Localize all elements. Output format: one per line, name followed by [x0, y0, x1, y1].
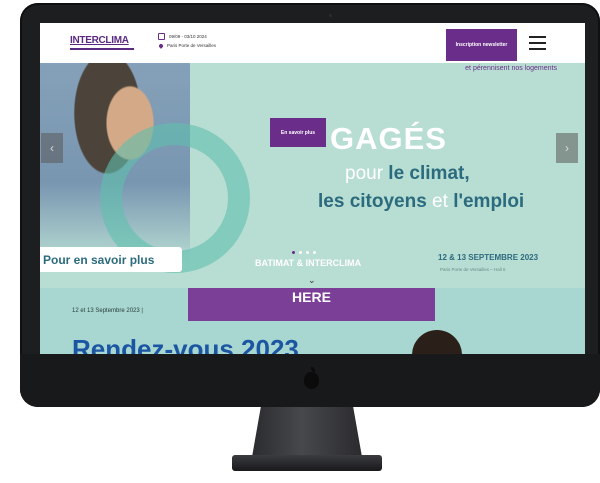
event-info: 09/09 - 03/10 2024 Paris Porte de Versai…	[158, 32, 216, 50]
carousel-dot[interactable]	[313, 251, 316, 254]
site-header: INTERCLIMA 09/09 - 03/10 2024 Paris Port…	[40, 23, 585, 63]
event-subtitle: 12 et 13 Septembre 2023 |	[72, 308, 143, 314]
website-screen: INTERCLIMA 09/09 - 03/10 2024 Paris Port…	[40, 23, 585, 354]
event-title: Rendez-vous 2023	[72, 334, 299, 354]
newsletter-button[interactable]: Inscription newsletter	[446, 29, 517, 61]
hero-line-2: pour le climat,	[345, 163, 470, 185]
carousel-dot[interactable]	[306, 251, 309, 254]
hero-en-savoir-plus-button[interactable]: En savoir plus	[270, 118, 326, 147]
hero-line2-light: pour	[345, 163, 384, 184]
hero-banner: et pérennisent nos logements En savoir p…	[40, 63, 585, 288]
monitor-stand-base	[232, 455, 382, 471]
calendar-icon	[158, 33, 165, 40]
hero-line3-light: et	[426, 191, 454, 212]
hero-line3-end: l'emploi	[453, 191, 525, 212]
carousel-next-button[interactable]: ›	[556, 133, 578, 163]
apple-logo-icon	[304, 367, 319, 389]
hero-brands: BATIMAT & INTERCLIMA	[255, 258, 362, 268]
event-dates: 09/09 - 03/10 2024	[169, 34, 207, 39]
hero-venue: Paris Porte de Versailles – Hall 6	[440, 267, 506, 272]
monitor-stand	[252, 407, 362, 457]
hamburger-menu-icon[interactable]	[529, 36, 546, 50]
speaker-portrait	[412, 330, 462, 354]
hero-line3-accent: les citoyens	[318, 191, 427, 212]
learn-more-button[interactable]: Pour en savoir plus	[40, 247, 182, 272]
logo[interactable]: INTERCLIMA	[70, 35, 129, 46]
carousel-dots[interactable]	[292, 251, 316, 254]
event-location: Paris Porte de Versailles	[167, 43, 217, 48]
logo-underline	[70, 48, 134, 50]
hero-dates: 12 & 13 SEPTEMBRE 2023	[438, 253, 539, 262]
location-pin-icon	[158, 42, 164, 49]
camera-dot	[329, 14, 332, 17]
content-section: 12 et 13 Septembre 2023 | HERE Rendez-vo…	[40, 288, 585, 354]
hero-headline: GAGÉS	[330, 121, 447, 156]
hero-line-3: les citoyens et l'emploi	[318, 191, 524, 213]
chevron-down-icon[interactable]: ⌄	[308, 275, 316, 286]
hero-top-text: et pérennisent nos logements	[465, 65, 557, 72]
carousel-prev-button[interactable]: ‹	[41, 133, 63, 163]
carousel-dot[interactable]	[299, 251, 302, 254]
hero-line2-accent: le climat,	[383, 163, 470, 184]
here-highlight-bar: HERE	[188, 288, 435, 321]
carousel-dot[interactable]	[292, 251, 295, 254]
